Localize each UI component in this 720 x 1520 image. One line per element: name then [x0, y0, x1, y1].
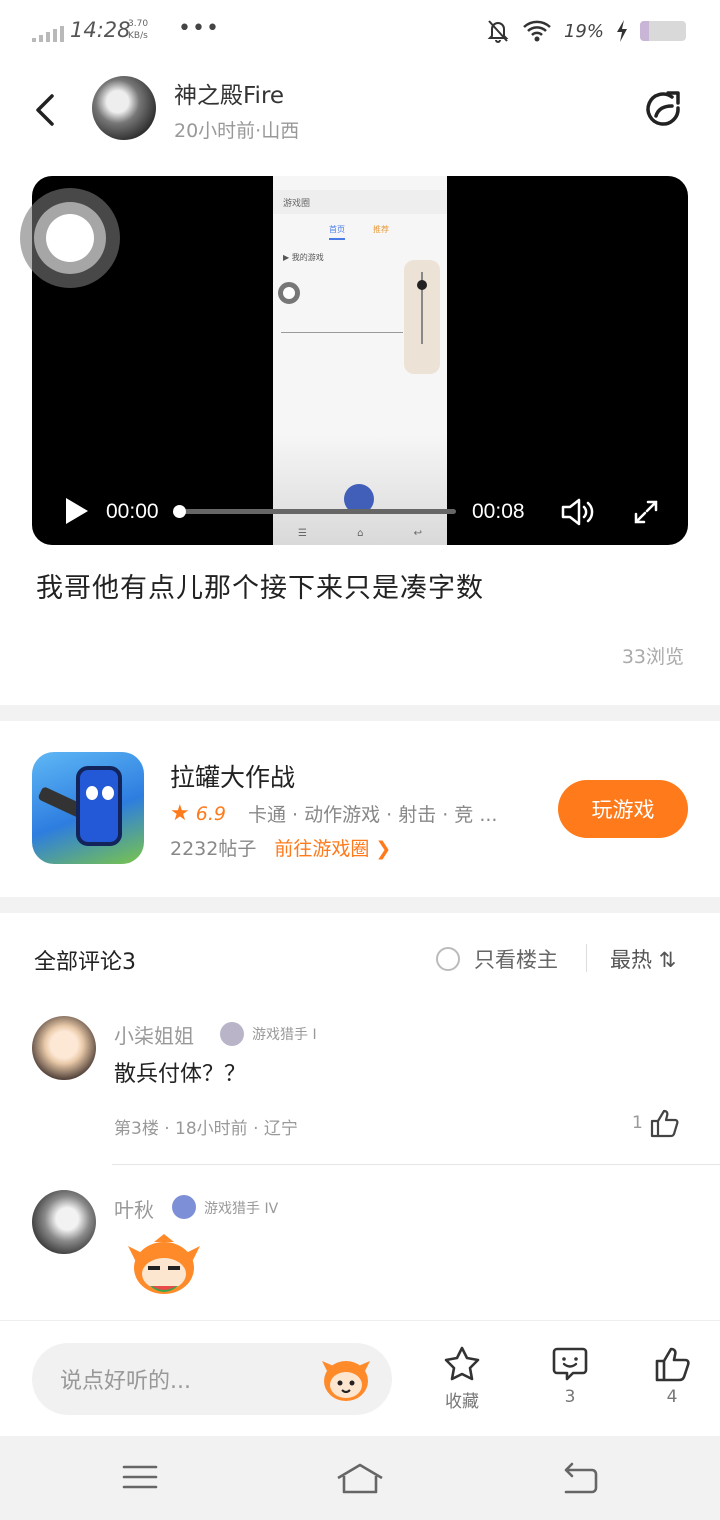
seek-bar[interactable]: [173, 505, 456, 518]
total-time: 00:08: [472, 500, 525, 523]
seek-thumb[interactable]: [173, 505, 186, 518]
star-icon: [444, 1346, 480, 1381]
home-icon[interactable]: [336, 1462, 384, 1494]
charging-icon: [617, 20, 627, 42]
inner-tab-other: 推荐: [373, 225, 389, 234]
commenter-avatar[interactable]: [32, 1016, 96, 1080]
inner-row: ▶ 我的游戏: [283, 253, 324, 262]
comment-text: 散兵付体？？: [114, 1062, 247, 1087]
network-speed: 3.70 KB/s: [128, 18, 148, 42]
sort-button[interactable]: 最热 ⇅: [610, 944, 676, 974]
author-avatar[interactable]: [92, 76, 156, 140]
comment-like-button[interactable]: 1: [632, 1108, 681, 1138]
comment-bubble-icon: [552, 1347, 588, 1381]
commenter-name[interactable]: 叶秋: [114, 1194, 154, 1223]
comment-meta: 第3楼 · 18小时前 · 辽宁: [114, 1119, 298, 1139]
favorite-label: 收藏: [445, 1392, 479, 1412]
comment-input[interactable]: 说点好听的...: [32, 1343, 392, 1415]
net-speed-unit: KB/s: [128, 31, 148, 41]
mute-bell-icon: [487, 20, 509, 43]
chevron-right-icon: ❯: [375, 838, 392, 860]
share-icon[interactable]: [642, 88, 686, 132]
comment-separator: [112, 1164, 720, 1165]
star-icon: ★: [170, 801, 190, 826]
inner-volume-slider: [404, 260, 440, 374]
divider: [586, 944, 587, 972]
sort-icon: ⇅: [658, 948, 677, 972]
play-icon[interactable]: [62, 496, 90, 526]
game-name[interactable]: 拉罐大作战: [170, 758, 295, 794]
inner-title: 游戏圈: [283, 199, 311, 209]
view-count: 33浏览: [621, 646, 684, 668]
post-text: 我哥他有点儿那个接下来只是凑字数: [36, 573, 484, 604]
signal-icon: [32, 26, 64, 42]
wifi-icon: [523, 20, 551, 42]
game-circle-link[interactable]: 前往游戏圈 ❯: [274, 834, 391, 861]
post-header: 神之殿Fire 20小时前·山西: [0, 64, 720, 164]
game-posts-row: 2232帖子 前往游戏圈 ❯: [170, 834, 391, 861]
back-icon[interactable]: [560, 1462, 598, 1494]
section-divider: [0, 705, 720, 721]
game-post-count: 2232帖子: [170, 838, 257, 860]
commenter-avatar[interactable]: [32, 1190, 96, 1254]
only-op-label: 只看楼主: [474, 948, 558, 972]
mascot-sticker-icon: [128, 1234, 200, 1294]
level-badge-icon: [172, 1195, 196, 1219]
status-time: 14:28: [70, 18, 131, 42]
inner-divider: [281, 332, 403, 333]
commenter-level: 游戏猎手 I: [252, 1027, 317, 1043]
emoji-sticker-icon[interactable]: [320, 1355, 372, 1403]
net-speed-value: 3.70: [128, 19, 149, 29]
comment-like-count: 1: [632, 1113, 643, 1133]
fullscreen-icon[interactable]: [632, 498, 660, 526]
battery-percent: 19%: [563, 20, 604, 42]
section-divider: [0, 897, 720, 913]
game-tags: 卡通 · 动作游戏 · 射击 · 竞 ...: [247, 804, 498, 826]
volume-icon[interactable]: [560, 496, 596, 528]
video-controls: 00:00 00:08: [32, 492, 688, 532]
game-circle-label: 前往游戏圈: [274, 838, 370, 860]
current-time: 00:00: [106, 500, 159, 523]
status-right: 19%: [486, 18, 686, 44]
inner-row-label: 我的游戏: [291, 253, 324, 262]
video-player[interactable]: 游戏圈 首页 推荐 ▶ 我的游戏 ☰ ⌂ ↩ 00:00 00:08: [32, 176, 688, 545]
more-notifications-icon: •••: [178, 16, 220, 41]
radio-icon[interactable]: [436, 947, 460, 971]
battery-icon: [640, 21, 686, 41]
game-meta: ★ 6.9 卡通 · 动作游戏 · 射击 · 竞 ...: [170, 800, 530, 827]
like-button[interactable]: 4: [642, 1345, 702, 1407]
bottom-action-bar: 说点好听的... 收藏 3 4: [0, 1320, 720, 1436]
commenter-name[interactable]: 小柒姐姐: [114, 1020, 194, 1049]
play-game-button[interactable]: 玩游戏: [558, 780, 688, 838]
status-bar: 14:28 3.70 KB/s ••• 19%: [0, 0, 720, 64]
commenter-level: 游戏猎手 IV: [204, 1201, 279, 1217]
comments-button[interactable]: 3: [540, 1345, 600, 1407]
comments-title: 全部评论3: [34, 950, 136, 975]
battery-level: [640, 21, 649, 41]
inner-tab-active: 首页: [329, 224, 345, 240]
only-op-toggle[interactable]: 只看楼主: [436, 944, 558, 974]
game-rating: 6.9: [195, 802, 226, 825]
author-name[interactable]: 神之殿Fire: [174, 76, 284, 110]
inner-assist-ball: [278, 282, 300, 304]
author-meta: 20小时前·山西: [174, 120, 300, 142]
favorite-button[interactable]: 收藏: [432, 1345, 492, 1412]
level-badge-icon: [220, 1022, 244, 1046]
menu-icon[interactable]: [122, 1462, 158, 1492]
thumbs-up-icon: [650, 1109, 679, 1138]
assistive-touch-ball[interactable]: [20, 188, 120, 288]
thumbs-up-icon: [655, 1347, 690, 1382]
sort-label: 最热: [610, 948, 652, 972]
game-app-icon[interactable]: [32, 752, 144, 864]
system-nav-bar: [0, 1436, 720, 1520]
like-count: 4: [666, 1387, 678, 1407]
comment-count: 3: [564, 1387, 576, 1407]
back-arrow-icon[interactable]: [30, 90, 64, 130]
comment-input-placeholder: 说点好听的...: [60, 1369, 191, 1394]
